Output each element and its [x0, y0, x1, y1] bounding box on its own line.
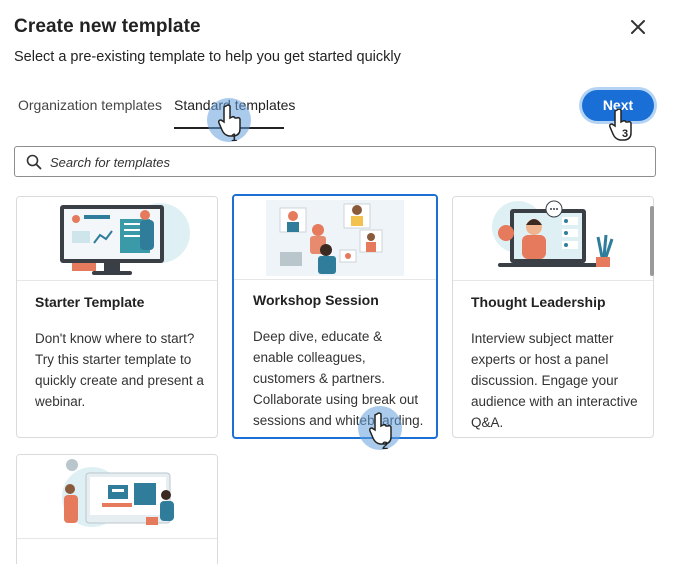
active-tab-indicator	[174, 127, 284, 129]
tab-organization-templates[interactable]: Organization templates	[18, 97, 162, 113]
template-description: Don't know where to start? Try this star…	[35, 331, 204, 409]
template-name: Workshop Session	[253, 292, 379, 308]
template-name: Starter Template	[35, 294, 145, 310]
template-thumbnail	[17, 197, 217, 281]
tab-standard-templates[interactable]: Standard templates	[174, 97, 295, 113]
template-thumbnail	[453, 197, 653, 281]
template-card-4[interactable]	[16, 454, 218, 564]
template-card-thought-leadership[interactable]: Thought Leadership Interview subject mat…	[452, 196, 654, 438]
template-description: Interview subject matter experts or host…	[471, 331, 638, 430]
template-card-workshop[interactable]: Workshop Session Deep dive, educate & en…	[232, 194, 438, 439]
dialog-subtitle: Select a pre-existing template to help y…	[14, 49, 401, 65]
template-thumbnail	[234, 196, 436, 280]
dialog-title: Create new template	[14, 16, 201, 37]
template-name: Thought Leadership	[471, 294, 606, 310]
template-card-starter[interactable]: Starter Template Don't know where to sta…	[16, 196, 218, 438]
create-template-dialog: Create new template Select a pre-existin…	[0, 0, 674, 564]
template-description: Deep dive, educate & enable colleagues, …	[253, 329, 424, 428]
scrollbar-thumb[interactable]	[650, 206, 654, 276]
search-icon	[26, 154, 42, 170]
search-field[interactable]	[14, 146, 656, 177]
template-thumbnail	[17, 455, 217, 539]
step-number: 2	[382, 440, 389, 452]
step-number: 1	[231, 132, 238, 144]
step-number: 3	[622, 128, 629, 140]
next-button[interactable]: Next	[582, 90, 654, 121]
search-input[interactable]	[50, 150, 640, 174]
close-icon[interactable]	[627, 16, 649, 38]
